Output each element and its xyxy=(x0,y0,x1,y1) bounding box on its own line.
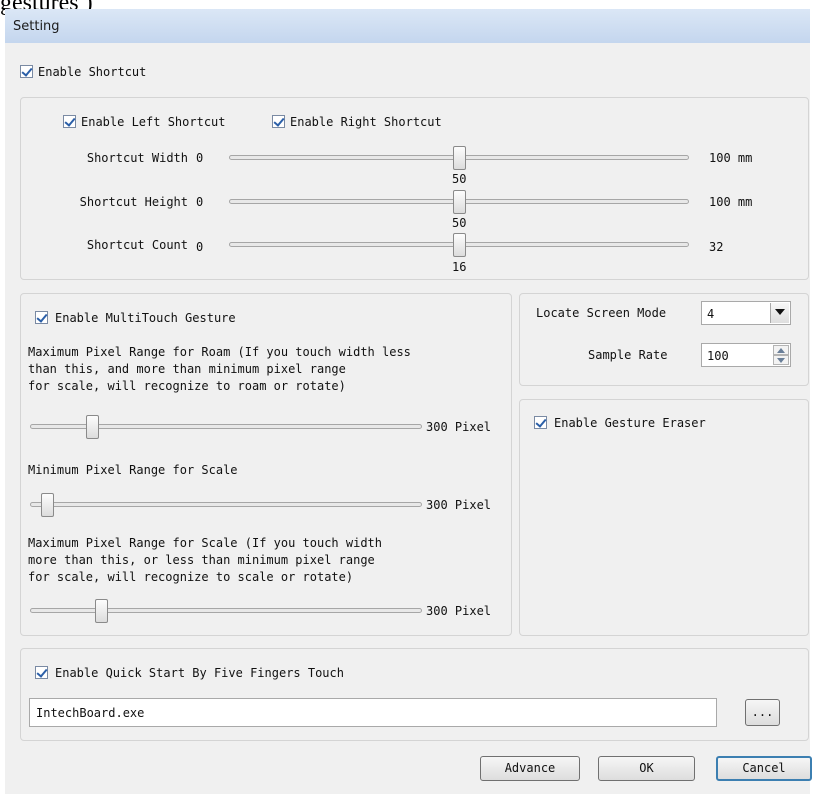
ok-button[interactable]: OK xyxy=(598,756,695,781)
sample-rate-value: 100 xyxy=(707,349,729,363)
locate-screen-mode-value: 4 xyxy=(707,307,715,321)
window-title: Setting xyxy=(13,19,60,34)
enable-right-shortcut-label: Enable Right Shortcut xyxy=(290,115,442,129)
chevron-down-icon xyxy=(775,309,785,315)
browse-button[interactable]: ... xyxy=(745,699,780,726)
scale-min-track[interactable] xyxy=(30,502,422,507)
enable-shortcut-label: Enable Shortcut xyxy=(38,65,147,79)
enable-right-shortcut-checkbox[interactable] xyxy=(272,115,285,128)
enable-quick-start-label: Enable Quick Start By Five Fingers Touch xyxy=(55,666,344,680)
enable-gesture-eraser-label: Enable Gesture Eraser xyxy=(554,416,706,430)
roam-description-line: Maximum Pixel Range for Roam (If you tou… xyxy=(28,345,411,359)
arrow-down-icon xyxy=(777,358,785,363)
scale-min-max: 300 Pixel xyxy=(426,498,492,512)
quick-start-path-input[interactable]: IntechBoard.exe xyxy=(29,698,717,727)
spin-down-button[interactable] xyxy=(773,355,789,365)
enable-left-shortcut-checkbox[interactable] xyxy=(63,115,76,128)
dropdown-button[interactable] xyxy=(770,303,789,323)
enable-multitouch-label: Enable MultiTouch Gesture xyxy=(55,311,236,325)
gesture-eraser-group xyxy=(519,399,809,636)
locate-screen-mode-select[interactable]: 4 xyxy=(701,301,791,325)
scale-max-description-line: more than this, or less than minimum pix… xyxy=(28,553,375,567)
quick-start-group xyxy=(20,648,809,741)
roam-range-max: 300 Pixel xyxy=(426,420,492,434)
quick-start-path-value: IntechBoard.exe xyxy=(36,706,145,720)
shortcut-width-min: 0 xyxy=(196,151,204,165)
spin-up-button[interactable] xyxy=(773,345,789,355)
enable-shortcut-checkbox[interactable] xyxy=(20,65,33,78)
sample-rate-label: Sample Rate xyxy=(588,348,668,362)
shortcut-height-min: 0 xyxy=(196,195,204,209)
shortcut-count-min: 0 xyxy=(196,240,204,254)
shortcut-width-thumb[interactable] xyxy=(453,146,466,170)
shortcut-count-label: Shortcut Count xyxy=(86,238,188,252)
scale-max-max: 300 Pixel xyxy=(426,604,492,618)
sample-rate-spinbox[interactable]: 100 xyxy=(701,343,791,367)
enable-gesture-eraser-checkbox[interactable] xyxy=(534,416,547,429)
scale-min-label: Minimum Pixel Range for Scale xyxy=(28,463,238,477)
roam-description-line: than this, and more than minimum pixel r… xyxy=(28,362,346,376)
arrow-up-icon xyxy=(777,348,785,353)
window-title-bar: Setting xyxy=(5,9,810,44)
scale-max-thumb[interactable] xyxy=(95,599,108,623)
shortcut-count-max: 32 xyxy=(709,240,724,254)
advance-button[interactable]: Advance xyxy=(480,756,580,781)
shortcut-count-thumb[interactable] xyxy=(453,233,466,257)
shortcut-width-label: Shortcut Width xyxy=(86,151,188,165)
scale-max-track[interactable] xyxy=(30,608,422,613)
scale-max-description-line: for scale, will recognize to scale or ro… xyxy=(28,570,354,584)
enable-quick-start-checkbox[interactable] xyxy=(35,666,48,679)
shortcut-width-max: 100 mm xyxy=(709,151,753,165)
roam-range-thumb[interactable] xyxy=(86,415,99,439)
scale-min-thumb[interactable] xyxy=(41,493,54,517)
locate-screen-mode-label: Locate Screen Mode xyxy=(536,306,667,320)
shortcut-height-value: 50 xyxy=(452,216,467,230)
cancel-button[interactable]: Cancel xyxy=(716,756,812,781)
shortcut-height-max: 100 mm xyxy=(709,195,753,209)
shortcut-width-value: 50 xyxy=(452,172,467,186)
shortcut-height-label: Shortcut Height xyxy=(79,195,188,209)
scale-max-description-line: Maximum Pixel Range for Scale (If you to… xyxy=(28,536,383,550)
roam-description-line: for scale, will recognize to roam or rot… xyxy=(28,379,346,393)
shortcut-height-thumb[interactable] xyxy=(453,190,466,214)
enable-multitouch-checkbox[interactable] xyxy=(35,311,48,324)
shortcut-count-value: 16 xyxy=(452,260,467,274)
enable-left-shortcut-label: Enable Left Shortcut xyxy=(81,115,226,129)
